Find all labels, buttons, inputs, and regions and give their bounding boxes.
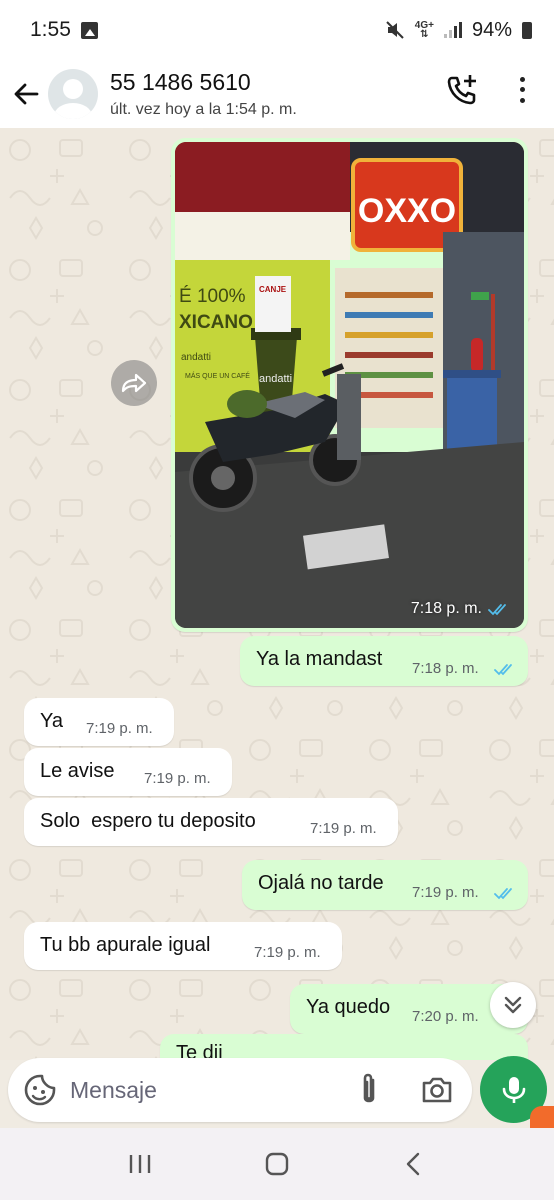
sticker-emoji-icon <box>24 1074 56 1106</box>
forward-button[interactable] <box>111 360 157 406</box>
camera-button[interactable] <box>420 1074 454 1106</box>
message-time: 7:18 p. m. <box>412 660 479 677</box>
camera-icon <box>422 1077 452 1103</box>
cup-brand: andatti <box>259 373 292 385</box>
floating-badge[interactable] <box>530 1106 554 1130</box>
message-text: Ya <box>40 710 63 732</box>
battery-percent: 94% <box>471 18 512 41</box>
message-incoming[interactable]: Le avise 7:19 p. m. <box>24 748 232 796</box>
more-options-button[interactable] <box>510 74 534 106</box>
poster-line1: É 100% <box>179 286 246 307</box>
image-message-time: 7:18 p. m. <box>410 600 482 617</box>
message-time: 7:19 p. m. <box>412 884 479 901</box>
poster-brand: andatti <box>181 352 211 363</box>
chat-header: 55 1486 5610 últ. vez hoy a la 1:54 p. m… <box>0 60 554 128</box>
gallery-notification-icon <box>80 21 98 39</box>
message-text: Ya la mandast <box>256 648 383 670</box>
oxxo-sign: OXXO <box>358 192 456 230</box>
scroll-to-bottom-button[interactable] <box>490 982 536 1028</box>
status-icons: 4G+ ⇅ 94% <box>385 19 532 42</box>
microphone-icon <box>502 1076 525 1103</box>
message-text: Solo espero tu deposito <box>40 810 256 832</box>
signal-icon <box>443 22 462 38</box>
poster-slogan: MÁS QUE UN CAFÉ <box>185 371 250 380</box>
attach-button[interactable] <box>354 1072 384 1108</box>
arrow-left-icon <box>14 83 39 105</box>
home-icon <box>265 1152 289 1176</box>
message-text: Ojalá no tarde <box>258 872 384 894</box>
last-seen: últ. vez hoy a la 1:54 p. m. <box>110 101 297 118</box>
notice-title: CANJE <box>259 285 287 294</box>
message-composer <box>8 1058 472 1122</box>
message-text: Le avise <box>40 760 115 782</box>
message-incoming[interactable]: Solo espero tu deposito 7:19 p. m. <box>24 798 398 846</box>
avatar[interactable] <box>48 69 98 119</box>
system-nav-bar <box>0 1128 554 1200</box>
recent-apps-button[interactable] <box>120 1144 160 1184</box>
message-incoming[interactable]: Tu bb apurale igual 7:19 p. m. <box>24 922 342 970</box>
battery-icon <box>522 21 532 39</box>
message-outgoing-partial[interactable]: Te dij <box>160 1034 528 1060</box>
back-button[interactable] <box>4 72 48 116</box>
message-text: Tu bb apurale igual <box>40 934 211 956</box>
contact-info[interactable]: 55 1486 5610 últ. vez hoy a la 1:54 p. m… <box>110 69 297 119</box>
message-input[interactable] <box>70 1076 340 1104</box>
forward-icon <box>121 373 147 393</box>
read-ticks-icon <box>494 664 512 676</box>
network-type-icon: 4G+ ⇅ <box>414 20 434 40</box>
call-add-icon <box>447 75 476 105</box>
chat-area[interactable]: É 100% XICANO andatti MÁS QUE UN CAFÉ an… <box>0 128 554 1060</box>
message-outgoing[interactable]: Ya la mandast 7:18 p. m. <box>240 636 528 686</box>
store-photo: É 100% XICANO andatti MÁS QUE UN CAFÉ an… <box>175 142 524 628</box>
emoji-button[interactable] <box>20 1070 60 1110</box>
recent-apps-icon <box>130 1155 151 1173</box>
more-vert-icon <box>519 76 525 82</box>
message-time: 7:19 p. m. <box>86 720 153 737</box>
image-message[interactable]: É 100% XICANO andatti MÁS QUE UN CAFÉ an… <box>171 138 528 632</box>
message-time: 7:19 p. m. <box>310 820 377 837</box>
paperclip-icon <box>363 1073 375 1103</box>
status-time: 1:55 <box>30 18 71 41</box>
message-time: 7:19 p. m. <box>144 770 211 787</box>
poster-line2: XICANO <box>179 312 253 333</box>
system-back-button[interactable] <box>394 1144 434 1184</box>
mute-icon <box>386 21 404 39</box>
message-incoming[interactable]: Ya 7:19 p. m. <box>24 698 174 746</box>
image-message-photo[interactable]: É 100% XICANO andatti MÁS QUE UN CAFÉ an… <box>175 142 524 628</box>
call-add-button[interactable] <box>444 72 480 108</box>
message-outgoing[interactable]: Ojalá no tarde 7:19 p. m. <box>242 860 528 910</box>
home-button[interactable] <box>257 1144 297 1184</box>
read-ticks-icon <box>488 604 506 616</box>
contact-name: 55 1486 5610 <box>110 69 251 95</box>
message-time: 7:20 p. m. <box>412 1008 479 1025</box>
read-ticks-icon <box>494 888 512 900</box>
status-bar: 1:55 4G+ ⇅ 94% <box>0 0 554 60</box>
message-text: Ya quedo <box>306 996 391 1018</box>
message-time: 7:19 p. m. <box>254 944 321 961</box>
chevron-left-icon <box>406 1152 419 1176</box>
double-chevron-down-icon <box>504 996 522 1014</box>
